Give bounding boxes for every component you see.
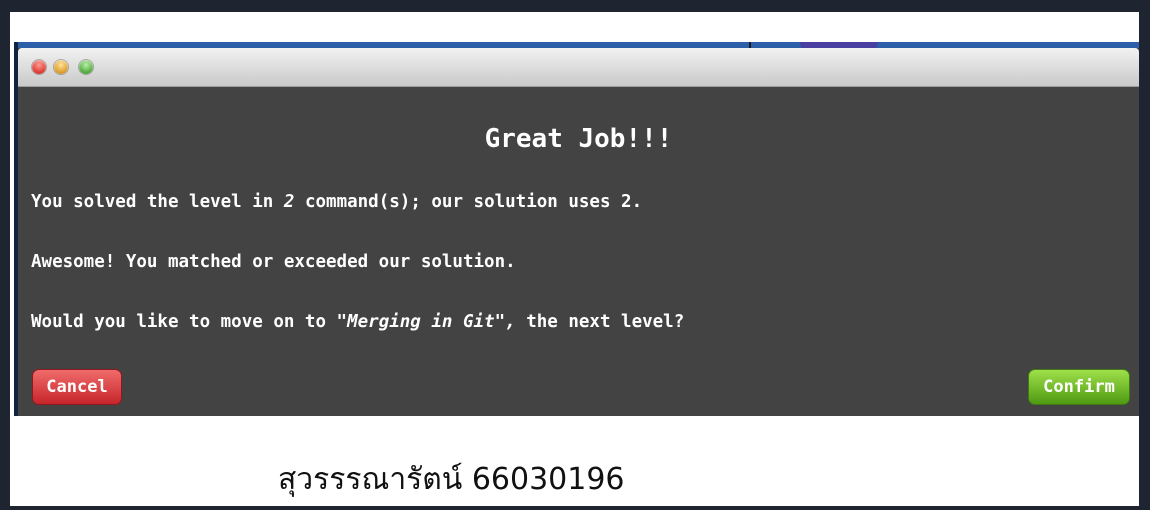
cancel-button[interactable]: Cancel <box>32 369 122 405</box>
next-level-message: Would you like to move on to "Merging in… <box>31 312 684 332</box>
solved-suffix: command(s); our solution uses 2. <box>294 192 643 212</box>
dialog-title: Great Job!!! <box>484 124 673 154</box>
confirm-button[interactable]: Confirm <box>1028 369 1130 405</box>
solved-prefix: You solved the level in <box>31 192 284 212</box>
solved-count: 2 <box>283 192 295 212</box>
student-name-caption: สุวรรรณารัตน์ 66030196 <box>278 462 625 497</box>
level-complete-dialog: Great Job!!! You solved the level in 2 c… <box>18 48 1139 416</box>
close-window-icon[interactable] <box>32 60 46 74</box>
next-level-suffix: the next level? <box>515 312 685 332</box>
dialog-titlebar <box>18 48 1139 87</box>
next-level-prefix: Would you like to move on to <box>31 312 337 332</box>
next-level-name: "Merging in Git", <box>336 312 516 332</box>
maximize-window-icon[interactable] <box>79 60 93 74</box>
praise-message: Awesome! You matched or exceeded our sol… <box>31 252 516 272</box>
minimize-window-icon[interactable] <box>54 60 68 74</box>
solved-message: You solved the level in 2 command(s); ou… <box>31 192 642 212</box>
